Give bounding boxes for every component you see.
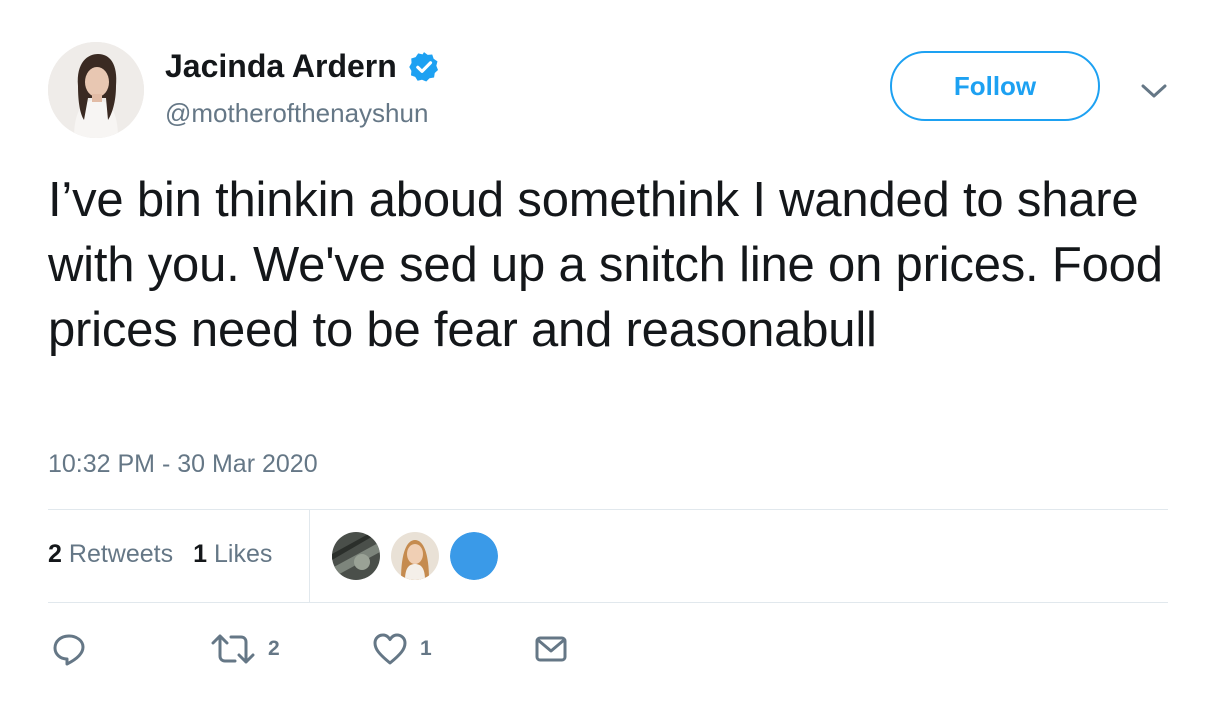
liker-avatar[interactable] <box>332 532 380 580</box>
likes-count[interactable]: 1 <box>193 540 207 569</box>
follow-button[interactable]: Follow <box>890 51 1100 121</box>
author-handle[interactable]: @motherofthenayshun <box>165 98 428 129</box>
tweet-card: Jacinda Ardern @motherofthenayshun Follo… <box>0 0 1216 706</box>
author-avatar[interactable] <box>48 42 144 138</box>
retweets-label[interactable]: Retweets <box>69 540 173 569</box>
chevron-down-icon[interactable] <box>1138 80 1170 102</box>
retweet-count: 2 <box>268 637 280 660</box>
author-name-row: Jacinda Ardern <box>165 48 441 85</box>
stats-divider <box>309 510 310 602</box>
reply-icon <box>53 634 85 666</box>
retweets-count[interactable]: 2 <box>48 540 62 569</box>
direct-message-button[interactable] <box>534 632 568 666</box>
tweet-timestamp[interactable]: 10:32 PM - 30 Mar 2020 <box>48 450 318 479</box>
tweet-stats: 2 Retweets 1 Likes <box>48 540 292 569</box>
divider <box>48 509 1168 510</box>
envelope-icon <box>535 636 567 662</box>
retweet-icon <box>211 634 255 664</box>
liker-avatars <box>332 532 498 580</box>
like-count: 1 <box>420 637 432 660</box>
liker-avatar[interactable] <box>450 532 498 580</box>
divider <box>48 602 1168 603</box>
author-display-name[interactable]: Jacinda Ardern <box>165 48 397 85</box>
heart-icon <box>373 633 407 665</box>
verified-badge-icon <box>409 51 438 81</box>
tweet-text: I’ve bin thinkin aboud somethink I wande… <box>48 173 1163 357</box>
likes-label[interactable]: Likes <box>214 540 272 569</box>
retweet-button[interactable]: 2 <box>210 632 280 666</box>
reply-button[interactable] <box>52 632 86 666</box>
like-button[interactable]: 1 <box>372 632 432 666</box>
liker-avatar[interactable] <box>391 532 439 580</box>
